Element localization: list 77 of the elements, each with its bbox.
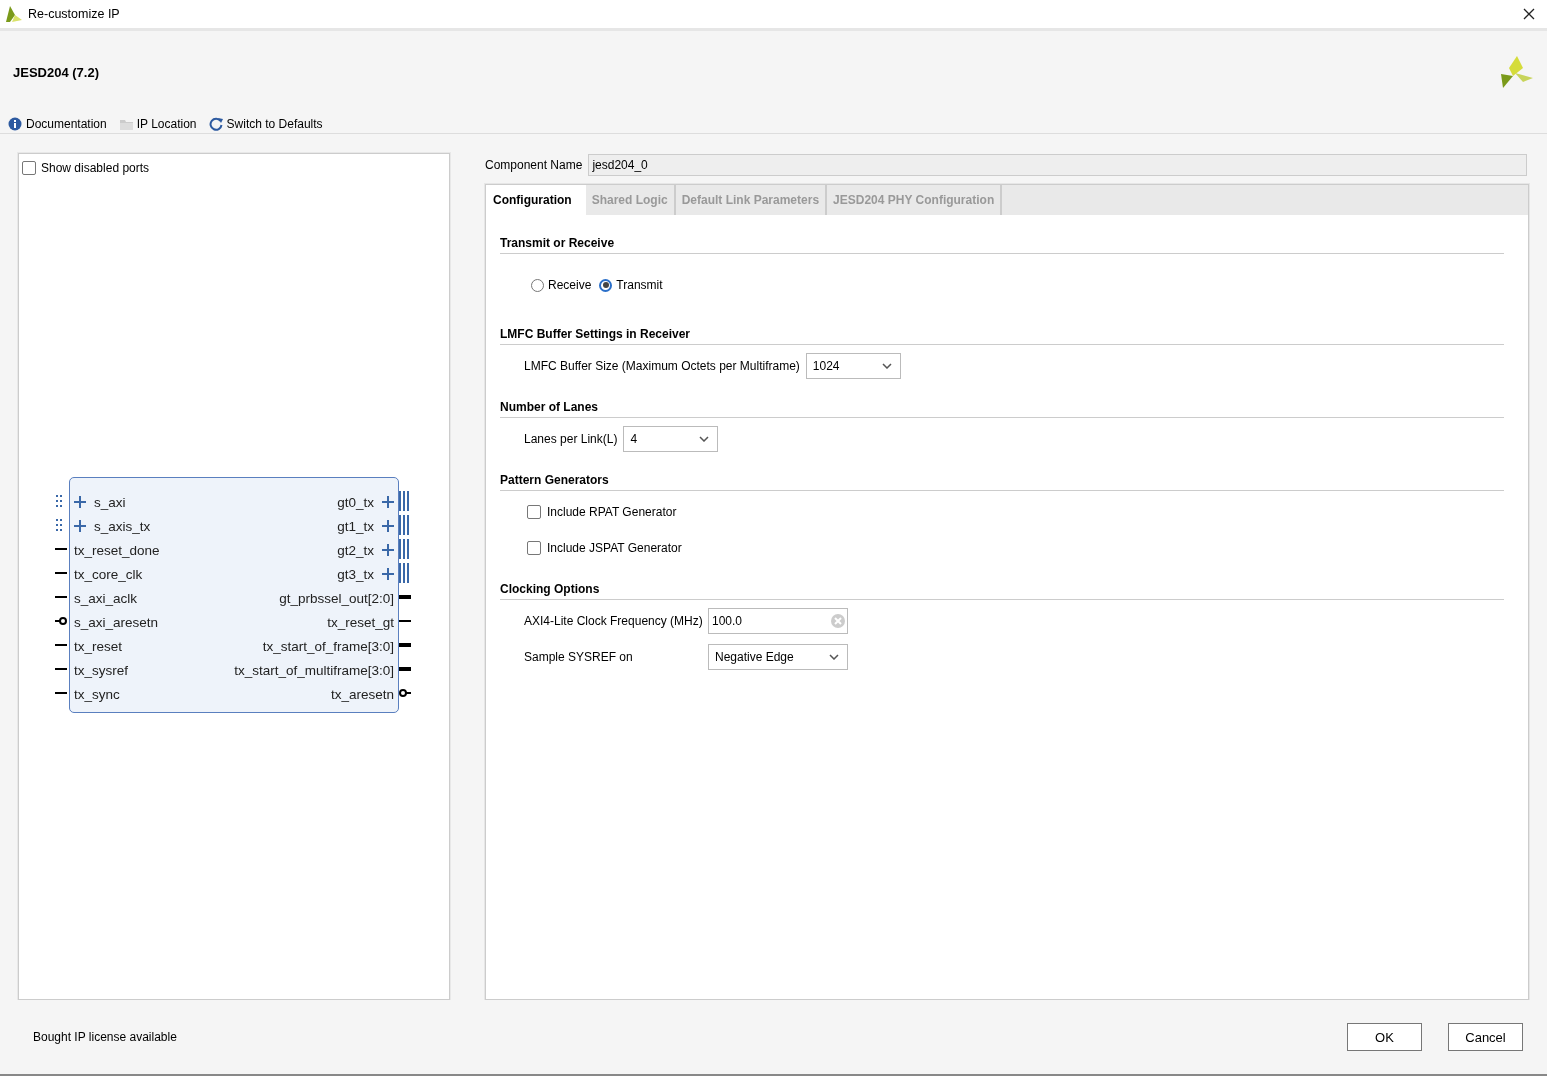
component-name-field[interactable]: jesd204_0 xyxy=(588,154,1527,176)
checkbox[interactable] xyxy=(527,541,541,555)
interface-pin-icon xyxy=(399,515,411,535)
section-title: Transmit or Receive xyxy=(500,236,1504,254)
dialog-button[interactable]: OK xyxy=(1347,1023,1422,1051)
radio-button[interactable]: Receive xyxy=(531,278,592,292)
section-title: LMFC Buffer Settings in Receiver xyxy=(500,327,1504,345)
section-title: Pattern Generators xyxy=(500,473,1504,491)
chevron-down-icon xyxy=(881,363,892,369)
dialog-button[interactable]: Cancel xyxy=(1448,1023,1523,1051)
expand-icon xyxy=(382,496,394,508)
field-label: Component Name xyxy=(485,158,583,172)
port-label: tx_reset_done xyxy=(74,542,160,558)
port-label: tx_sysref xyxy=(74,662,128,678)
chevron-down-icon xyxy=(699,436,710,442)
section-title: Number of Lanes xyxy=(500,400,1504,418)
field-label: Sample SYSREF on xyxy=(524,650,634,664)
port-label: gt_prbssel_out[2:0] xyxy=(279,590,394,606)
bus-pin-icon xyxy=(399,592,411,602)
port-label: tx_core_clk xyxy=(74,566,143,582)
interface-pin-icon xyxy=(399,539,411,559)
interface-pin-icon xyxy=(55,492,65,510)
checkbox-row[interactable]: Include RPAT Generator xyxy=(524,499,1504,525)
close-icon xyxy=(1523,8,1535,20)
port-label: s_axi_aclk xyxy=(74,590,138,606)
refresh-icon xyxy=(208,117,223,131)
dropdown[interactable]: 1024 xyxy=(805,353,901,379)
checkbox-row[interactable]: Show disabled ports xyxy=(19,154,449,182)
expand-icon xyxy=(382,520,394,532)
port-label: tx_start_of_frame[3:0] xyxy=(262,638,394,654)
expand-icon xyxy=(74,496,86,508)
port-label: tx_aresetn xyxy=(330,686,394,702)
logo-icon xyxy=(1501,56,1533,88)
port-label: tx_reset xyxy=(74,638,123,654)
port-label: gt3_tx xyxy=(337,566,374,582)
info-icon xyxy=(8,117,22,131)
chevron-down-icon xyxy=(829,654,839,660)
port-label: tx_start_of_multiframe[3:0] xyxy=(234,662,394,678)
tab[interactable]: Configuration xyxy=(486,185,586,215)
port-label: tx_sync xyxy=(74,686,120,702)
checkbox[interactable] xyxy=(527,505,541,519)
checkbox-row[interactable]: Include JSPAT Generator xyxy=(524,535,1504,561)
port-label: s_axi xyxy=(94,494,126,510)
ip-title: JESD204 (7.2) xyxy=(13,64,99,80)
logo-icon xyxy=(6,6,22,22)
inverted-pin-icon xyxy=(55,616,67,626)
clear-icon xyxy=(831,614,845,628)
expand-icon xyxy=(382,568,394,580)
section-title: Clocking Options xyxy=(500,582,1504,600)
port-label: gt2_tx xyxy=(337,542,374,558)
toolbar-button[interactable]: Switch to Defaults xyxy=(208,117,323,131)
checkbox[interactable] xyxy=(22,161,36,175)
status-text: Bought IP license available xyxy=(33,1030,177,1044)
toolbar-button[interactable]: IP Location xyxy=(118,117,197,131)
folder-icon xyxy=(118,117,133,131)
window-title: Re-customize IP xyxy=(28,7,121,21)
port-label: s_axis_tx xyxy=(94,518,151,534)
inverted-pin-icon xyxy=(399,688,411,698)
bus-pin-icon xyxy=(399,664,411,674)
interface-pin-icon xyxy=(399,491,411,511)
expand-icon xyxy=(382,544,394,556)
text-field[interactable]: 100.0 xyxy=(708,608,848,634)
expand-icon xyxy=(74,520,86,532)
dropdown[interactable]: Negative Edge xyxy=(708,644,848,670)
interface-pin-icon xyxy=(55,516,65,534)
bus-pin-icon xyxy=(399,640,411,650)
interface-pin-icon xyxy=(399,563,411,583)
port-label: tx_reset_gt xyxy=(327,614,394,630)
field-label: AXI4-Lite Clock Frequency (MHz) xyxy=(524,614,702,628)
port-label: s_axi_aresetn xyxy=(74,614,159,630)
field-label: Lanes per Link(L) xyxy=(524,432,618,446)
dropdown[interactable]: 4 xyxy=(623,426,719,452)
port-label: gt1_tx xyxy=(337,518,374,534)
port-label: gt0_tx xyxy=(337,494,374,510)
radio-button[interactable]: Transmit xyxy=(599,278,663,292)
field-label: LMFC Buffer Size (Maximum Octets per Multiframe) xyxy=(524,359,800,373)
toolbar-button[interactable]: Documentation xyxy=(8,117,107,131)
